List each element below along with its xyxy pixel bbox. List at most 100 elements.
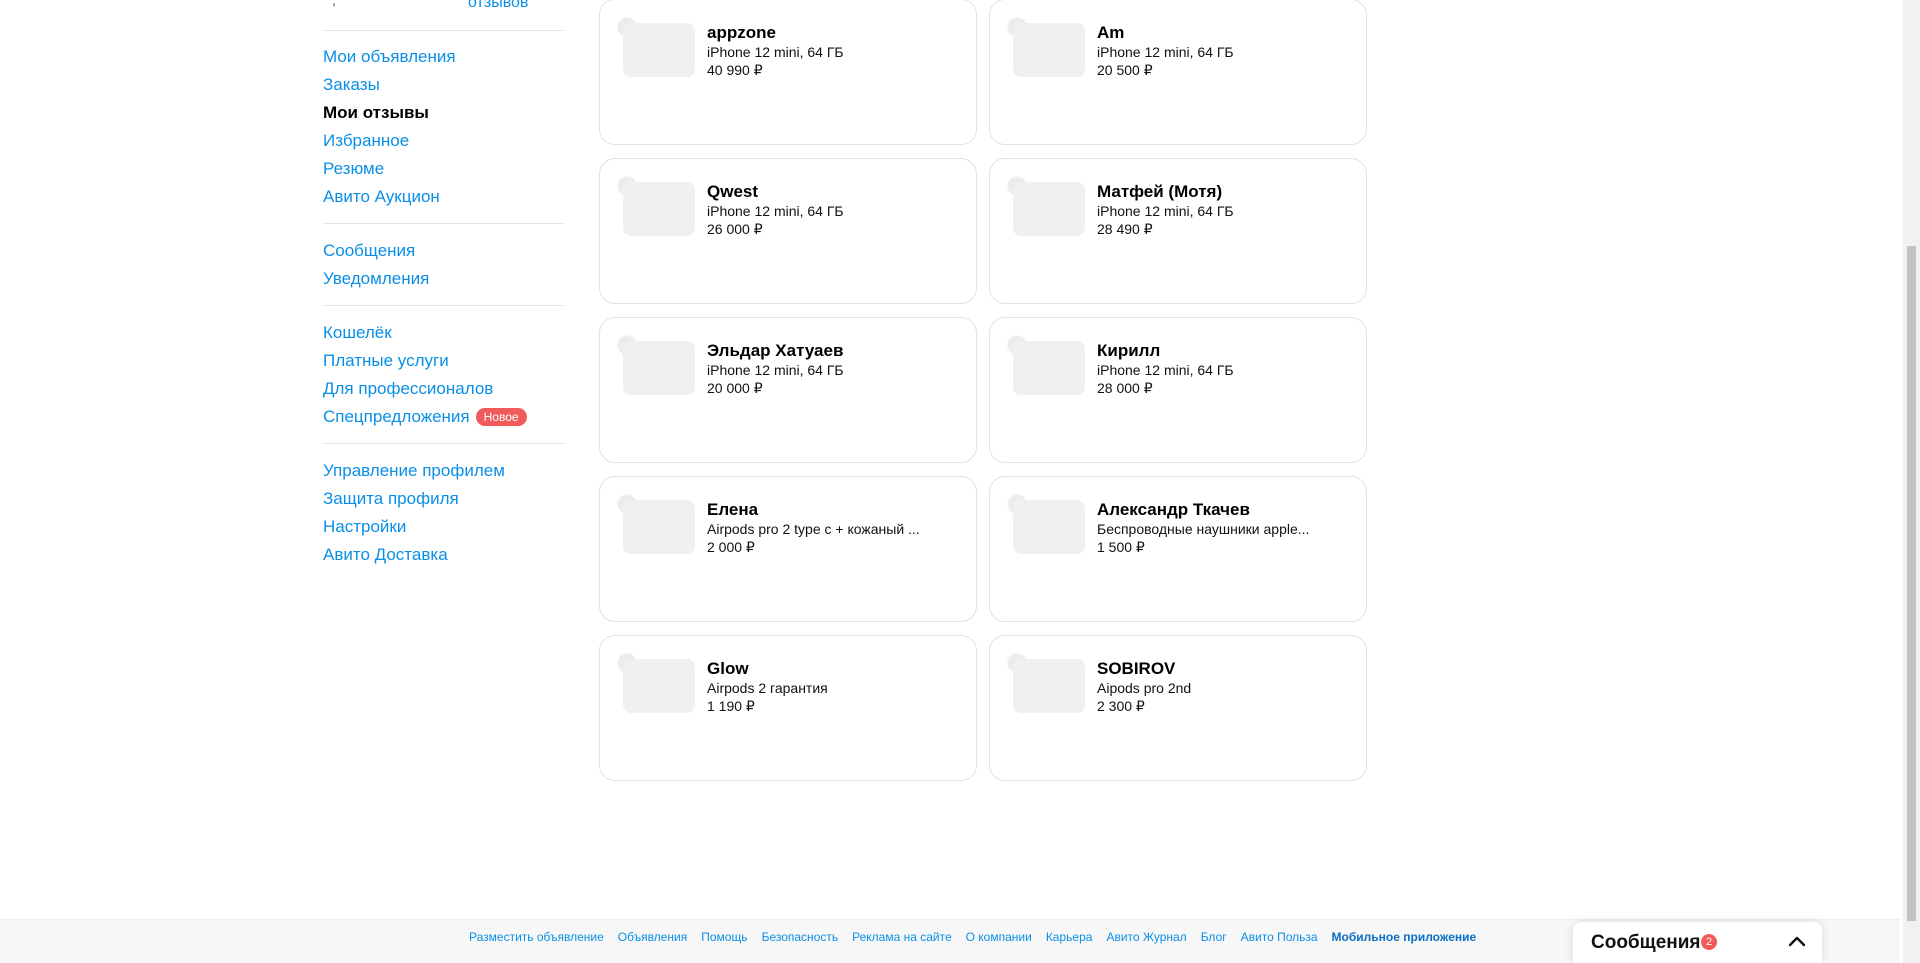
sidebar-nav: Мои объявления Заказы Мои отзывы Избранное Р…: [323, 31, 564, 581]
item-thumbnail: [623, 341, 695, 395]
item-price: 20 000 ₽: [707, 380, 763, 396]
review-card[interactable]: SOBIROV Aipods pro 2nd 2 300 ₽: [989, 635, 1367, 781]
sidebar-item-label: Кошелёк: [323, 323, 392, 342]
profile-sidebar: , отзывов Мои объявления Заказы Мои отзывы…: [323, 0, 564, 581]
sidebar-item-label: Для профессионалов: [323, 379, 494, 398]
sidebar-item[interactable]: Кошелёк: [323, 319, 564, 347]
review-author: Александр Ткачев: [1097, 500, 1250, 519]
review-info: appzone iPhone 12 mini, 64 ГБ 40 990 ₽: [707, 23, 937, 79]
footer-link[interactable]: Карьера: [1046, 930, 1093, 944]
sidebar-item[interactable]: Уведомления: [323, 265, 564, 293]
item-title: iPhone 12 mini, 64 ГБ: [707, 362, 844, 378]
sidebar-item[interactable]: Заказы: [323, 71, 564, 99]
review-card[interactable]: Am iPhone 12 mini, 64 ГБ 20 500 ₽: [989, 0, 1367, 145]
sidebar-item-label: Авито Доставка: [323, 545, 448, 564]
item-title: Airpods pro 2 type c + кожаный ...: [707, 521, 920, 537]
new-badge: Новое: [475, 408, 527, 426]
item-title: Aipods pro 2nd: [1097, 680, 1192, 696]
footer-link[interactable]: Блог: [1201, 930, 1227, 944]
messages-unread-count: 2: [1701, 934, 1717, 950]
item-thumbnail: [623, 500, 695, 554]
footer-link[interactable]: Объявления: [618, 930, 687, 944]
footer-link[interactable]: Мобильное приложение: [1332, 930, 1477, 944]
review-info: Матфей (Мотя) iPhone 12 mini, 64 ГБ 28 4…: [1097, 182, 1327, 238]
review-author: Кирилл: [1097, 341, 1161, 360]
review-info: Кирилл iPhone 12 mini, 64 ГБ 28 000 ₽: [1097, 341, 1327, 397]
review-info: Qwest iPhone 12 mini, 64 ГБ 26 000 ₽: [707, 182, 937, 238]
sidebar-item-label: Настройки: [323, 517, 407, 536]
item-title: iPhone 12 mini, 64 ГБ: [1097, 362, 1234, 378]
footer-link[interactable]: Помощь: [701, 930, 747, 944]
review-author: SOBIROV: [1097, 659, 1176, 678]
sidebar-item-label: Платные услуги: [323, 351, 449, 370]
chevron-up-icon[interactable]: [1785, 930, 1809, 954]
review-author: Елена: [707, 500, 759, 519]
sidebar-item-label: Уведомления: [323, 269, 430, 288]
sidebar-item-label: Управление профилем: [323, 461, 505, 480]
item-thumbnail: [623, 659, 695, 713]
review-card[interactable]: Матфей (Мотя) iPhone 12 mini, 64 ГБ 28 4…: [989, 158, 1367, 304]
item-thumbnail: [1013, 659, 1085, 713]
review-card[interactable]: Кирилл iPhone 12 mini, 64 ГБ 28 000 ₽: [989, 317, 1367, 463]
sidebar-item[interactable]: Авито Доставка: [323, 541, 564, 569]
sidebar-item[interactable]: Авито Аукцион: [323, 183, 564, 211]
sidebar-item[interactable]: Мои отзывы: [323, 99, 564, 127]
review-author: appzone: [707, 23, 776, 42]
review-card[interactable]: Qwest iPhone 12 mini, 64 ГБ 26 000 ₽: [599, 158, 977, 304]
sidebar-item[interactable]: Настройки: [323, 513, 564, 541]
sidebar-item-label: Авито Аукцион: [323, 187, 440, 206]
review-author: Am: [1097, 23, 1125, 42]
item-title: iPhone 12 mini, 64 ГБ: [1097, 44, 1234, 60]
sidebar-item[interactable]: Мои объявления: [323, 43, 564, 71]
sidebar-item-label: Мои объявления: [323, 47, 456, 66]
footer-link[interactable]: Авито Польза: [1241, 930, 1318, 944]
sidebar-item[interactable]: Резюме: [323, 155, 564, 183]
item-price: 26 000 ₽: [707, 221, 763, 237]
sidebar-item-label: Сообщения: [323, 241, 416, 260]
review-author: Матфей (Мотя): [1097, 182, 1223, 201]
review-info: SOBIROV Aipods pro 2nd 2 300 ₽: [1097, 659, 1327, 715]
sidebar-truncated-text: ,: [332, 0, 336, 8]
review-card[interactable]: appzone iPhone 12 mini, 64 ГБ 40 990 ₽: [599, 0, 977, 145]
footer-link[interactable]: Реклама на сайте: [852, 930, 952, 944]
item-price: 40 990 ₽: [707, 62, 763, 78]
review-card[interactable]: Эльдар Хатуаев iPhone 12 mini, 64 ГБ 20 …: [599, 317, 977, 463]
sidebar-item[interactable]: Сообщения: [323, 237, 564, 265]
sidebar-group: Мои объявления Заказы Мои отзывы Избранное Р…: [323, 31, 564, 224]
item-title: iPhone 12 mini, 64 ГБ: [707, 44, 844, 60]
sidebar-item-label: Защита профиля: [323, 489, 459, 508]
sidebar-item[interactable]: Спецпредложения Новое: [323, 403, 564, 431]
footer-links: Разместить объявление Объявления Помощь Без…: [469, 930, 1476, 944]
sidebar-item[interactable]: Избранное: [323, 127, 564, 155]
sidebar-item[interactable]: Управление профилем: [323, 457, 564, 485]
item-thumbnail: [1013, 23, 1085, 77]
reviews-count-link[interactable]: отзывов: [468, 0, 528, 12]
page-scrollbar[interactable]: [1903, 0, 1920, 963]
review-card[interactable]: Glow Airpods 2 гарантия 1 190 ₽: [599, 635, 977, 781]
footer-link[interactable]: Разместить объявление: [469, 930, 604, 944]
footer-link[interactable]: О компании: [966, 930, 1032, 944]
item-price: 2 300 ₽: [1097, 698, 1145, 714]
item-price: 20 500 ₽: [1097, 62, 1153, 78]
review-info: Елена Airpods pro 2 type c + кожаный ...…: [707, 500, 937, 556]
sidebar-top: , отзывов: [323, 0, 564, 31]
footer-link[interactable]: Авито Журнал: [1106, 930, 1186, 944]
sidebar-group: Сообщения Уведомления: [323, 224, 564, 306]
item-price: 28 490 ₽: [1097, 221, 1153, 237]
messages-panel[interactable]: Сообщения 2: [1573, 922, 1822, 963]
sidebar-group: Кошелёк Платные услуги Для профессионалов С…: [323, 306, 564, 444]
review-info: Эльдар Хатуаев iPhone 12 mini, 64 ГБ 20 …: [707, 341, 937, 397]
scrollbar-thumb[interactable]: [1907, 246, 1916, 921]
review-card[interactable]: Александр Ткачев Беспроводные наушники a…: [989, 476, 1367, 622]
sidebar-item-label: Заказы: [323, 75, 380, 94]
sidebar-item[interactable]: Для профессионалов: [323, 375, 564, 403]
sidebar-item[interactable]: Платные услуги: [323, 347, 564, 375]
item-thumbnail: [1013, 341, 1085, 395]
sidebar-group: Управление профилем Защита профиля Настрой…: [323, 444, 564, 581]
footer-link[interactable]: Безопасность: [762, 930, 839, 944]
sidebar-item-label: Мои отзывы: [323, 103, 429, 122]
review-author: Эльдар Хатуаев: [707, 341, 844, 360]
sidebar-item[interactable]: Защита профиля: [323, 485, 564, 513]
item-title: Airpods 2 гарантия: [707, 680, 828, 696]
review-card[interactable]: Елена Airpods pro 2 type c + кожаный ...…: [599, 476, 977, 622]
